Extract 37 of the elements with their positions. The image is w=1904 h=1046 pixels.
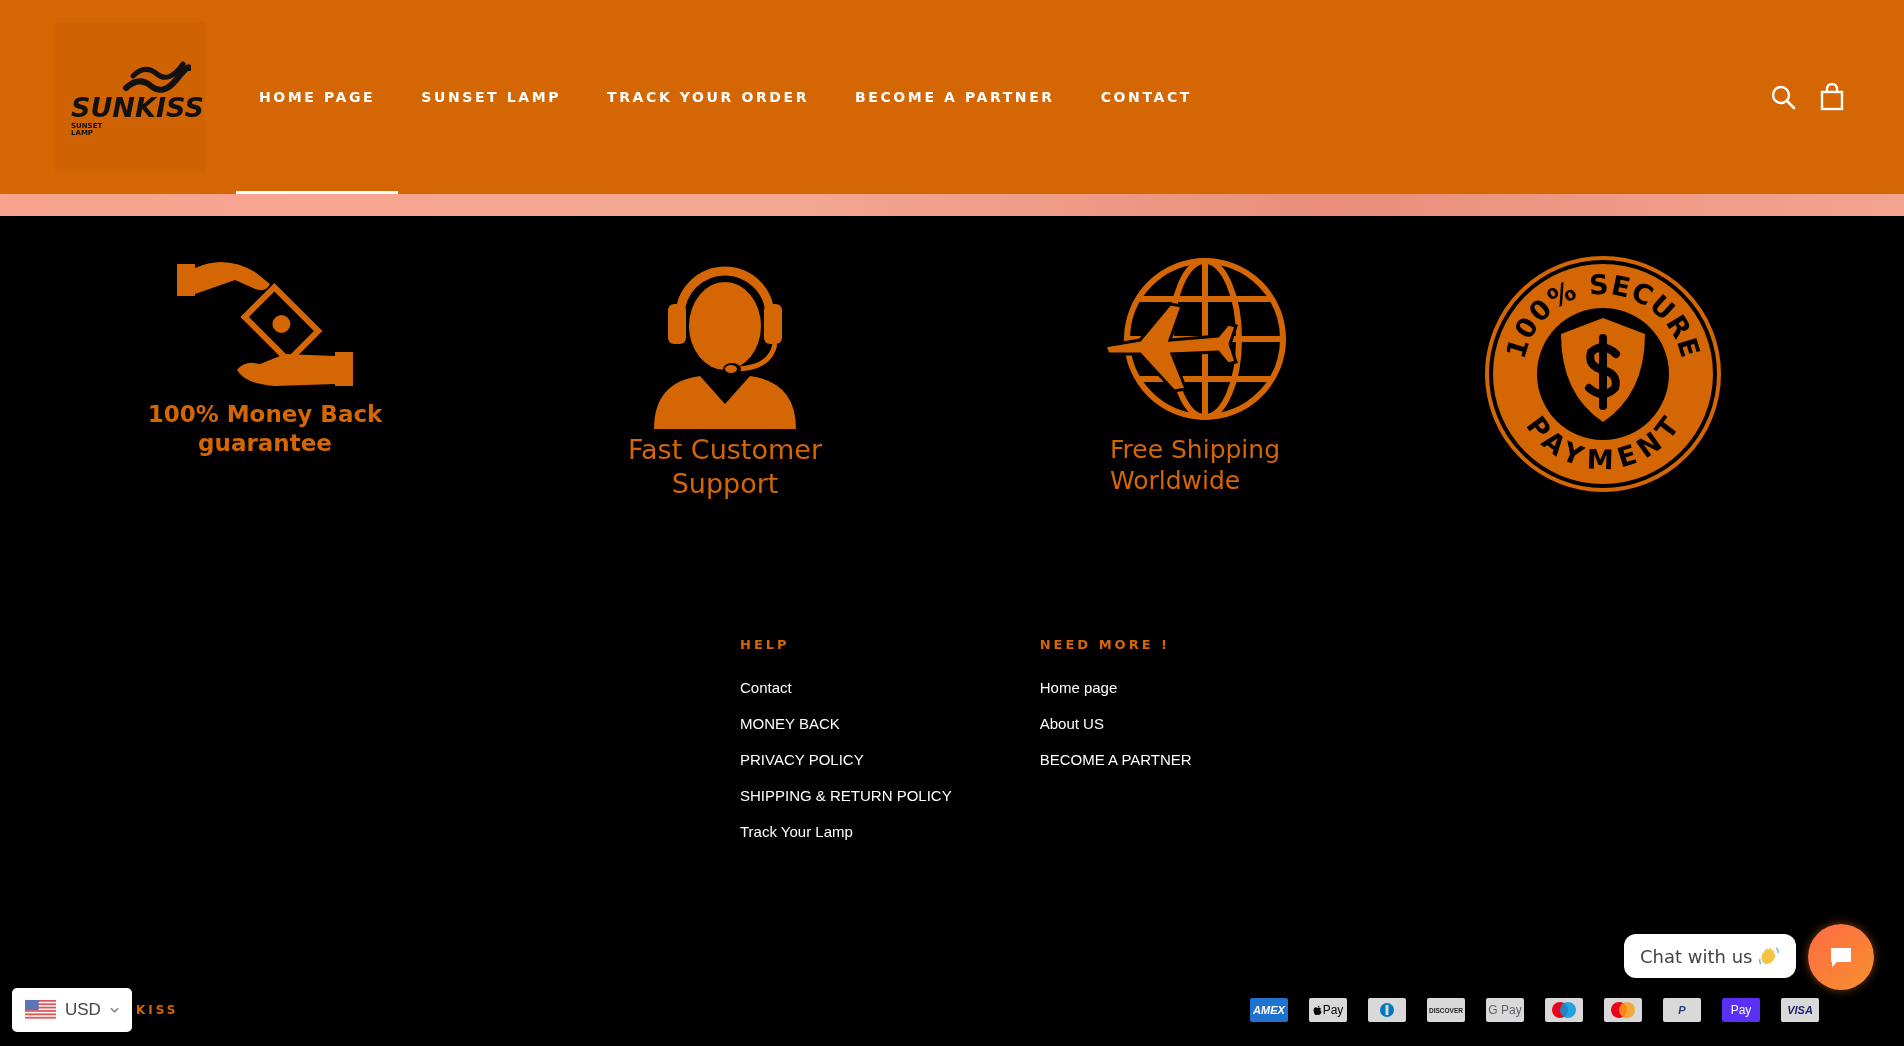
apple-pay-logo: Pay — [1309, 998, 1347, 1022]
diners-logo — [1368, 998, 1406, 1022]
footer-link[interactable]: MONEY BACK — [740, 706, 952, 742]
footer-link[interactable]: SHIPPING & RETURN POLICY — [740, 778, 952, 814]
feature-caption: 100% Money Back guarantee — [147, 400, 383, 458]
chat-button[interactable] — [1808, 924, 1874, 990]
footer-link[interactable]: About US — [1039, 706, 1192, 742]
footer-link[interactable]: Track Your Lamp — [740, 814, 952, 850]
amex-logo: AMEX — [1250, 998, 1288, 1022]
currency-selector[interactable]: USD — [12, 988, 132, 1032]
feature-caption: Fast Customer Support — [628, 433, 822, 501]
waving-hand-icon — [1758, 945, 1781, 967]
nav-link[interactable]: TRACK YOUR ORDER — [584, 0, 833, 194]
shopping-bag-icon[interactable] — [1820, 83, 1844, 111]
chat-prompt[interactable]: Chat with us — [1624, 934, 1797, 978]
footer-link[interactable]: BECOME A PARTNER — [1039, 742, 1192, 778]
footer-link[interactable]: PRIVACY POLICY — [740, 742, 952, 778]
paypal-logo: P — [1663, 998, 1701, 1022]
maestro-logo — [1545, 998, 1583, 1022]
nav-link[interactable]: CONTACT — [1077, 0, 1215, 194]
nav-link[interactable]: SUNSET LAMP — [398, 0, 585, 194]
chevron-down-icon — [109, 1006, 119, 1014]
mastercard-logo — [1604, 998, 1642, 1022]
footer-link[interactable]: Contact — [740, 670, 952, 706]
logo-wordmark: SUNKISS — [71, 91, 205, 123]
nav-link[interactable]: BECOME A PARTNER — [832, 0, 1078, 194]
flag-icon — [25, 999, 56, 1021]
search-icon[interactable] — [1770, 84, 1796, 110]
copyright-text: KISS — [136, 1003, 179, 1017]
shop-pay-logo: Pay — [1722, 998, 1760, 1022]
visa-logo: VISA — [1781, 998, 1819, 1022]
footer-link[interactable]: Home page — [1039, 670, 1192, 706]
feature-caption: Free Shipping Worldwide — [1109, 434, 1281, 497]
chat-icon — [1829, 946, 1853, 968]
footer-heading: HELP — [740, 637, 791, 652]
google-pay-logo: G Pay — [1486, 998, 1524, 1022]
footer-heading: NEED MORE ! — [1039, 637, 1171, 652]
